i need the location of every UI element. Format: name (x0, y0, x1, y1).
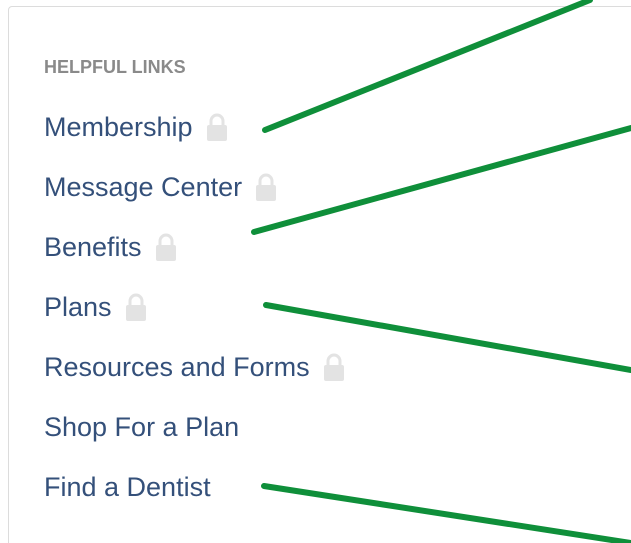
helpful-links-list: Membership Message Center Benefits Plans… (44, 110, 346, 530)
shop-for-a-plan-link[interactable]: Shop For a Plan (44, 410, 239, 444)
lock-icon (124, 292, 148, 322)
link-item-shop-for-a-plan: Shop For a Plan (44, 410, 346, 470)
link-item-message-center: Message Center (44, 170, 346, 230)
resources-and-forms-link[interactable]: Resources and Forms (44, 350, 310, 384)
helpful-links-screenshot: HELPFUL LINKS Membership Message Center … (0, 0, 631, 543)
link-item-resources-and-forms: Resources and Forms (44, 350, 346, 410)
benefits-link[interactable]: Benefits (44, 230, 142, 264)
membership-link[interactable]: Membership (44, 110, 193, 144)
plans-link[interactable]: Plans (44, 290, 112, 324)
lock-icon (154, 232, 178, 262)
link-item-plans: Plans (44, 290, 346, 350)
lock-icon (254, 172, 278, 202)
lock-icon (322, 352, 346, 382)
link-item-benefits: Benefits (44, 230, 346, 290)
find-a-dentist-link[interactable]: Find a Dentist (44, 470, 211, 504)
message-center-link[interactable]: Message Center (44, 170, 242, 204)
lock-icon (205, 112, 229, 142)
link-item-membership: Membership (44, 110, 346, 170)
section-title: HELPFUL LINKS (44, 57, 186, 77)
link-item-find-a-dentist: Find a Dentist (44, 470, 346, 530)
